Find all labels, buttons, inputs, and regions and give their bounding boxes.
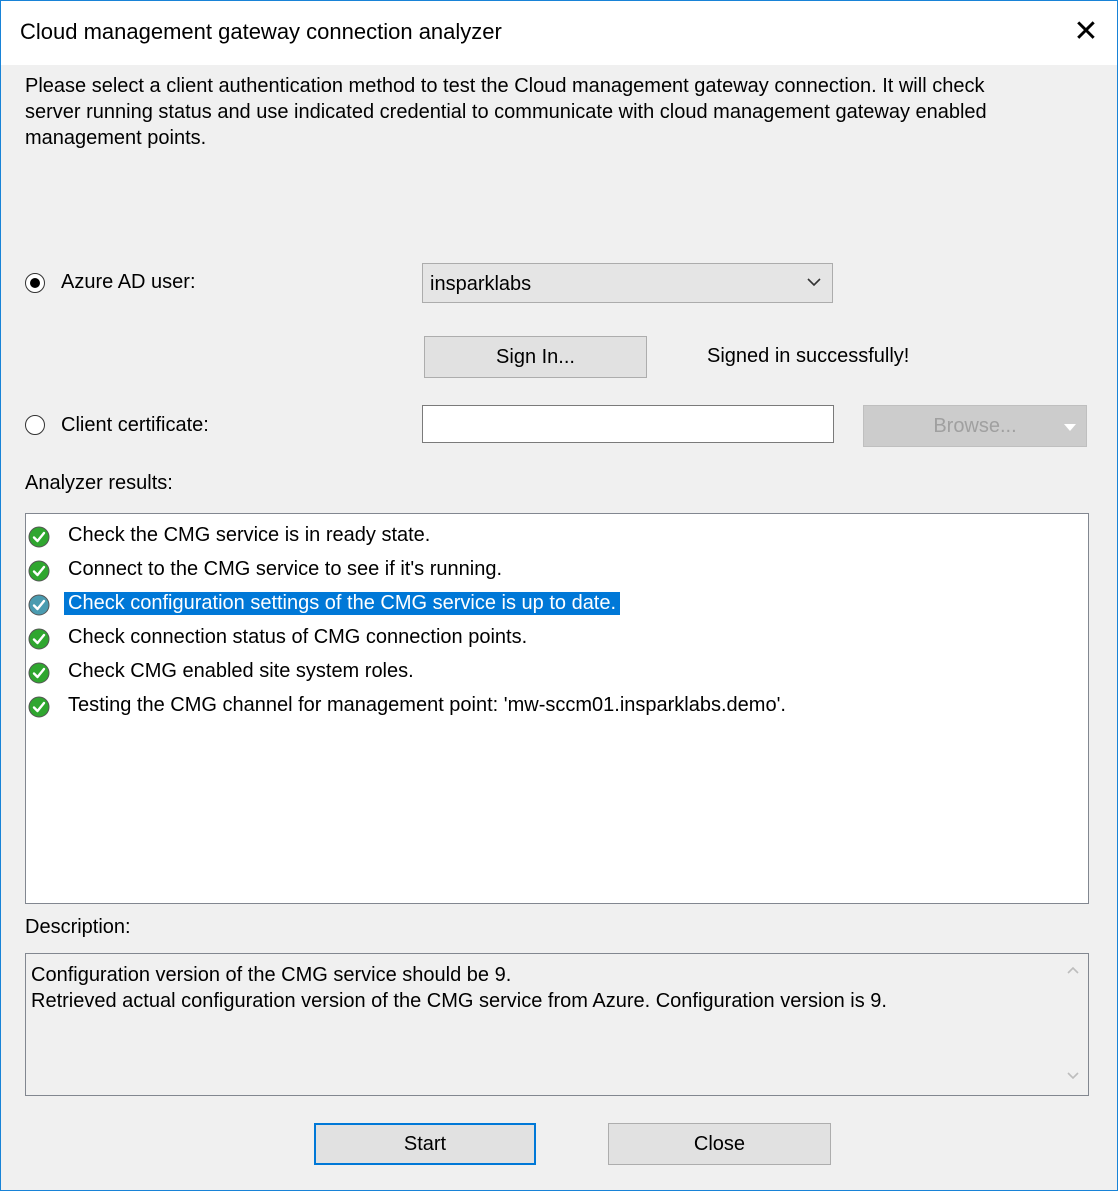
dropdown-arrow-icon (1062, 406, 1078, 460)
scroll-down-icon[interactable] (1058, 1068, 1088, 1086)
success-check-icon (28, 526, 50, 548)
intro-line: server running status and use indicated … (25, 101, 987, 123)
intro-text: Please select a client authentication me… (25, 73, 1085, 151)
intro-line: management points. (25, 127, 207, 149)
list-item-label: Check configuration settings of the CMG … (64, 592, 621, 615)
browse-button[interactable]: Browse... (863, 405, 1087, 447)
user-select[interactable]: insparklabs (422, 263, 833, 303)
title-bar[interactable]: Cloud management gateway connection anal… (1, 1, 1117, 65)
browse-label: Browse... (933, 415, 1017, 437)
azure-ad-label[interactable]: Azure AD user: (61, 271, 196, 294)
client-certificate-radio[interactable] (25, 415, 45, 435)
close-window-button[interactable]: ✕ (1055, 1, 1117, 65)
user-select-value: insparklabs (430, 273, 532, 295)
intro-line: Please select a client authentication me… (25, 75, 985, 97)
scroll-up-icon[interactable] (1058, 962, 1088, 980)
success-check-icon (28, 696, 50, 718)
azure-ad-radio[interactable] (25, 273, 45, 293)
list-item-label: Check CMG enabled site system roles. (68, 660, 414, 682)
description-label: Description: (25, 916, 131, 938)
sign-in-button[interactable]: Sign In... (424, 336, 647, 378)
description-line: Configuration version of the CMG service… (31, 964, 512, 986)
client-certificate-label[interactable]: Client certificate: (61, 414, 209, 437)
success-check-icon (28, 662, 50, 684)
analyzer-results-list[interactable]: Check the CMG service is in ready state.… (25, 513, 1089, 904)
list-item-label: Testing the CMG channel for management p… (68, 694, 786, 716)
list-item-label: Check connection status of CMG connectio… (68, 626, 528, 648)
radio-selected-dot (30, 278, 40, 288)
list-item-label: Connect to the CMG service to see if it'… (68, 558, 503, 580)
window-title: Cloud management gateway connection anal… (20, 19, 502, 44)
sign-in-status: Signed in successfully! (707, 345, 910, 367)
success-check-icon (28, 628, 50, 650)
description-box[interactable]: Configuration version of the CMG service… (25, 953, 1089, 1096)
success-check-icon (28, 594, 50, 616)
start-button[interactable]: Start (314, 1123, 536, 1165)
success-check-icon (28, 560, 50, 582)
list-item-label: Check the CMG service is in ready state. (68, 524, 431, 546)
analyzer-dialog: Cloud management gateway connection anal… (0, 0, 1118, 1191)
description-scrollbar[interactable] (1058, 954, 1088, 1095)
chevron-down-icon (806, 270, 822, 299)
close-button[interactable]: Close (608, 1123, 831, 1165)
description-line: Retrieved actual configuration version o… (31, 990, 887, 1012)
analyzer-results-label: Analyzer results: (25, 472, 173, 494)
client-certificate-input[interactable] (422, 405, 834, 443)
